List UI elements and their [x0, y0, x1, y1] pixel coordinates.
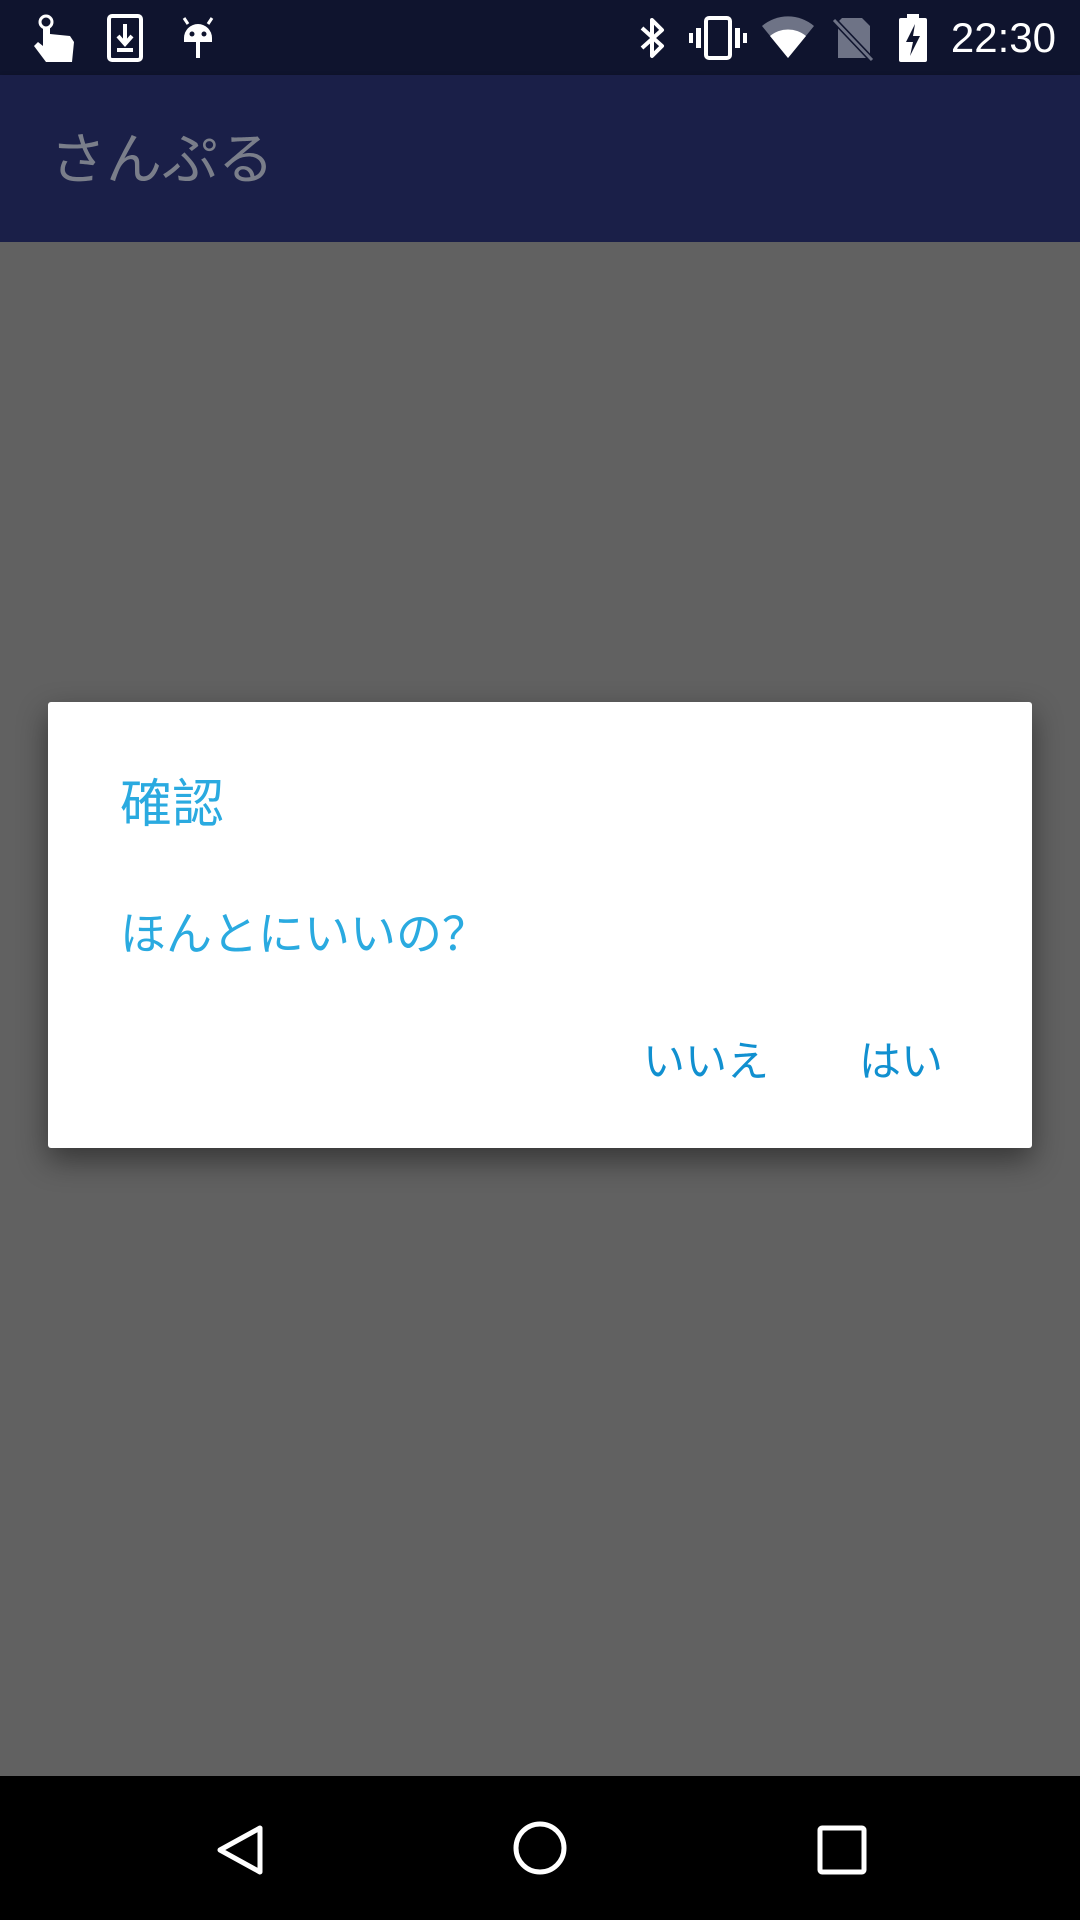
bluetooth-icon	[640, 18, 664, 58]
app-bar: さんぷる	[0, 75, 1080, 242]
no-sim-icon	[832, 17, 875, 62]
download-icon	[107, 14, 143, 62]
battery-charging-icon	[899, 14, 927, 62]
navigation-bar	[0, 1776, 1080, 1920]
wifi-icon	[762, 16, 814, 58]
confirm-dialog: 確認 ほんとにいいの？ いいえ はい	[48, 702, 1032, 1148]
yes-button[interactable]: はい	[839, 1022, 963, 1122]
home-icon	[513, 1821, 567, 1875]
vibrate-icon	[689, 16, 747, 60]
back-icon	[217, 1825, 263, 1875]
recents-button[interactable]	[740, 1776, 940, 1920]
touch-icon	[34, 14, 74, 62]
dialog-title: 確認	[120, 775, 225, 835]
back-button[interactable]	[140, 1776, 340, 1920]
android-debug-icon	[182, 17, 214, 58]
clock: 22:30	[950, 14, 1056, 61]
status-bar: 22:30	[0, 0, 1080, 75]
home-button[interactable]	[440, 1776, 640, 1920]
dialog-message: ほんとにいいの？	[120, 907, 488, 961]
no-button[interactable]: いいえ	[623, 1022, 789, 1122]
recents-icon	[817, 1825, 867, 1875]
app-title: さんぷる	[50, 128, 274, 193]
